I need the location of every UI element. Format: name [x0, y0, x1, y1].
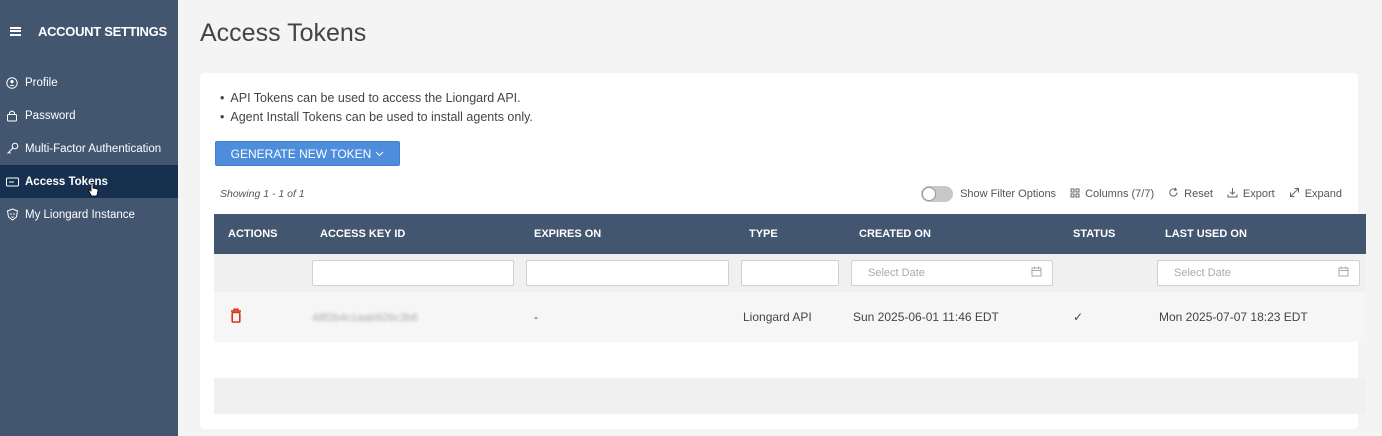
main-content: Access Tokens API Tokens can be used to … [178, 0, 1382, 436]
show-filter-label: Show Filter Options [960, 188, 1057, 200]
sidebar-item-label: My Liongard Instance [25, 208, 135, 221]
filter-cell-expires-on [520, 260, 735, 286]
sidebar-item-password[interactable]: Password [0, 99, 178, 132]
sidebar-item-profile[interactable]: Profile [0, 66, 178, 99]
access-tokens-table: ACTIONS ACCESS KEY ID EXPIRES ON TYPE CR… [214, 214, 1366, 342]
expires-on-cell: - [534, 310, 538, 324]
sidebar-item-label: Multi-Factor Authentication [25, 142, 162, 155]
sidebar-item-access-tokens[interactable]: Access Tokens [0, 165, 178, 198]
last-used-on-cell: Mon 2025-07-07 18:23 EDT [1159, 310, 1308, 324]
lock-icon [5, 109, 19, 123]
column-header-type[interactable]: TYPE [735, 228, 845, 240]
filter-cell-access-key-id [306, 260, 520, 286]
actions-cell [214, 308, 306, 326]
showing-count: Showing 1 - 1 of 1 [220, 188, 305, 200]
access-key-id-value: 48f2b4c1aab926c3b6 [312, 312, 418, 324]
lion-icon [5, 208, 19, 222]
sidebar-item-my-liongard-instance[interactable]: My Liongard Instance [0, 198, 178, 231]
status-cell: ✓ [1073, 310, 1084, 324]
generate-new-token-button[interactable]: GENERATE NEW TOKEN [215, 141, 400, 166]
expires-on-filter-input[interactable] [526, 260, 729, 286]
sidebar-item-label: Profile [25, 76, 58, 89]
expand-button[interactable]: Expand [1289, 187, 1342, 201]
reset-label: Reset [1184, 188, 1213, 200]
filter-cell-type [735, 260, 845, 286]
reset-button[interactable]: Reset [1168, 187, 1213, 201]
toggle-knob [922, 187, 937, 201]
sidebar-nav: Profile Password Multi-Factor Authentica… [0, 66, 178, 231]
export-button[interactable]: Export [1227, 187, 1275, 201]
info-item: API Tokens can be used to access the Lio… [220, 89, 533, 108]
table-header-row: ACTIONS ACCESS KEY ID EXPIRES ON TYPE CR… [214, 214, 1366, 254]
type-cell: Liongard API [743, 310, 812, 324]
key-icon [5, 142, 19, 156]
filter-cell-created-on: Select Date [845, 260, 1059, 286]
type-filter-input[interactable] [741, 260, 839, 286]
reset-icon [1168, 187, 1179, 201]
trash-icon[interactable] [230, 308, 242, 326]
expand-label: Expand [1304, 188, 1342, 200]
sidebar-header: ACCOUNT SETTINGS [0, 0, 178, 62]
table-toolbar: Show Filter Options Columns (7/7) Reset … [921, 186, 1342, 202]
columns-button[interactable]: Columns (7/7) [1070, 188, 1154, 201]
show-filter-toggle[interactable] [921, 186, 954, 202]
created-on-cell: Sun 2025-06-01 11:46 EDT [853, 310, 999, 324]
access-key-id-cell: 48f2b4c1aab926c3b6 [306, 310, 520, 324]
columns-label: Columns (7/7) [1085, 188, 1155, 200]
column-header-access-key-id[interactable]: ACCESS KEY ID [306, 228, 520, 240]
table-row: 48f2b4c1aab926c3b6 - Liongard API Sun 20… [214, 292, 1366, 342]
access-key-id-filter-input[interactable] [312, 260, 514, 286]
download-icon [1227, 187, 1238, 201]
page-title: Access Tokens [200, 19, 367, 47]
calendar-icon [1031, 266, 1042, 280]
date-placeholder: Select Date [1174, 267, 1231, 279]
tokens-card: API Tokens can be used to access the Lio… [200, 73, 1366, 429]
generate-button-label: GENERATE NEW TOKEN [230, 146, 372, 161]
hamburger-menu-icon[interactable] [10, 26, 21, 36]
info-list: API Tokens can be used to access the Lio… [220, 89, 533, 127]
filter-cell-last-used-on: Select Date [1151, 260, 1366, 286]
calendar-icon [1338, 266, 1349, 280]
grid-icon [1070, 188, 1080, 201]
expand-icon [1289, 187, 1300, 201]
column-header-status[interactable]: STATUS [1059, 228, 1151, 240]
sidebar-item-mfa[interactable]: Multi-Factor Authentication [0, 132, 178, 165]
column-header-actions[interactable]: ACTIONS [214, 228, 306, 240]
table-footer [214, 378, 1366, 414]
sidebar-item-label: Password [25, 109, 76, 122]
column-header-created-on[interactable]: CREATED ON [845, 228, 1059, 240]
chevron-down-icon [375, 149, 384, 159]
filter-row: Select Date Select Date [214, 254, 1366, 292]
info-item: Agent Install Tokens can be used to inst… [220, 108, 533, 127]
export-label: Export [1242, 188, 1275, 200]
last-used-on-date-picker[interactable]: Select Date [1157, 260, 1360, 286]
date-placeholder: Select Date [868, 267, 925, 279]
user-icon [5, 76, 19, 90]
column-header-last-used-on[interactable]: LAST USED ON [1151, 228, 1366, 240]
sidebar-title: ACCOUNT SETTINGS [38, 23, 167, 39]
ticket-icon [5, 175, 19, 189]
sidebar: ACCOUNT SETTINGS Profile Password Multi-… [0, 0, 178, 436]
column-header-expires-on[interactable]: EXPIRES ON [520, 228, 735, 240]
created-on-date-picker[interactable]: Select Date [851, 260, 1053, 286]
